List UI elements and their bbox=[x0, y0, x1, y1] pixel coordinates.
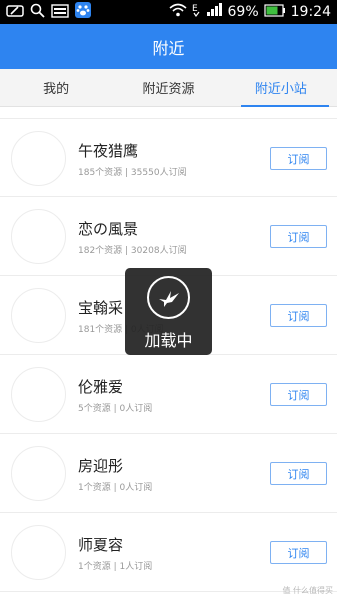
subscribe-button[interactable]: 订阅 bbox=[270, 462, 327, 485]
tab-nearby-resources[interactable]: 附近资源 bbox=[112, 69, 224, 106]
battery-icon bbox=[264, 3, 286, 21]
search-icon bbox=[30, 3, 45, 22]
avatar bbox=[11, 446, 66, 501]
edit-icon bbox=[6, 3, 24, 22]
signal-icon bbox=[206, 3, 223, 21]
clock: 19:24 bbox=[290, 4, 331, 20]
station-meta: 5个资源 | 0人订阅 bbox=[78, 404, 153, 414]
svg-text:E: E bbox=[192, 4, 198, 14]
station-name: 房迎彤 bbox=[78, 457, 124, 475]
status-bar: E 69% 19:24 bbox=[0, 0, 337, 24]
list-item[interactable]: 房迎彤 1个资源 | 0人订阅 订阅 bbox=[0, 434, 337, 513]
app-bar: 附近 bbox=[0, 24, 337, 69]
page-title: 附近 bbox=[152, 38, 185, 58]
loading-text: 加载中 bbox=[144, 331, 193, 350]
tab-label: 附近小站 bbox=[254, 82, 307, 97]
station-name: 宝翰采 bbox=[78, 299, 124, 317]
avatar bbox=[11, 288, 66, 343]
station-name: 恋の風景 bbox=[78, 220, 139, 238]
list-item[interactable]: 午夜猎鹰 185个资源 | 35550人订阅 订阅 bbox=[0, 118, 337, 197]
battery-percent: 69% bbox=[227, 4, 259, 20]
station-name: 师夏容 bbox=[78, 536, 124, 554]
tab-label: 附近资源 bbox=[142, 82, 195, 97]
loading-toast: 加载中 bbox=[125, 268, 212, 355]
station-list: 午夜猎鹰 185个资源 | 35550人订阅 订阅 恋の風景 182个资源 | … bbox=[0, 118, 337, 592]
station-name: 伦雅爱 bbox=[78, 378, 124, 396]
avatar bbox=[11, 525, 66, 580]
bird-icon bbox=[147, 276, 190, 319]
station-name: 午夜猎鹰 bbox=[78, 142, 139, 160]
subscribe-button[interactable]: 订阅 bbox=[270, 383, 327, 406]
subscribe-button[interactable]: 订阅 bbox=[270, 147, 327, 170]
subscribe-button[interactable]: 订阅 bbox=[270, 541, 327, 564]
station-meta: 1个资源 | 1人订阅 bbox=[78, 562, 153, 572]
station-meta: 182个资源 | 30208人订阅 bbox=[78, 246, 187, 256]
station-meta: 1个资源 | 0人订阅 bbox=[78, 483, 153, 493]
tab-mine[interactable]: 我的 bbox=[0, 69, 112, 106]
wifi-icon bbox=[168, 3, 187, 21]
data-e-icon: E bbox=[192, 2, 201, 22]
avatar bbox=[11, 367, 66, 422]
image-icon bbox=[51, 3, 69, 22]
tab-nearby-stations[interactable]: 附近小站 bbox=[225, 69, 337, 107]
watermark: 值 什么值得买 bbox=[282, 586, 333, 595]
subscribe-button[interactable]: 订阅 bbox=[270, 225, 327, 248]
avatar bbox=[11, 209, 66, 264]
list-item[interactable]: 师夏容 1个资源 | 1人订阅 订阅 bbox=[0, 513, 337, 592]
avatar bbox=[11, 131, 66, 186]
list-item[interactable]: 伦雅爱 5个资源 | 0人订阅 订阅 bbox=[0, 355, 337, 434]
list-item[interactable]: 恋の風景 182个资源 | 30208人订阅 订阅 bbox=[0, 197, 337, 276]
subscribe-button[interactable]: 订阅 bbox=[270, 304, 327, 327]
tab-label: 我的 bbox=[43, 82, 70, 97]
station-meta: 185个资源 | 35550人订阅 bbox=[78, 168, 187, 178]
tab-bar: 我的 附近资源 附近小站 bbox=[0, 69, 337, 107]
baidu-paw-icon bbox=[75, 2, 91, 22]
